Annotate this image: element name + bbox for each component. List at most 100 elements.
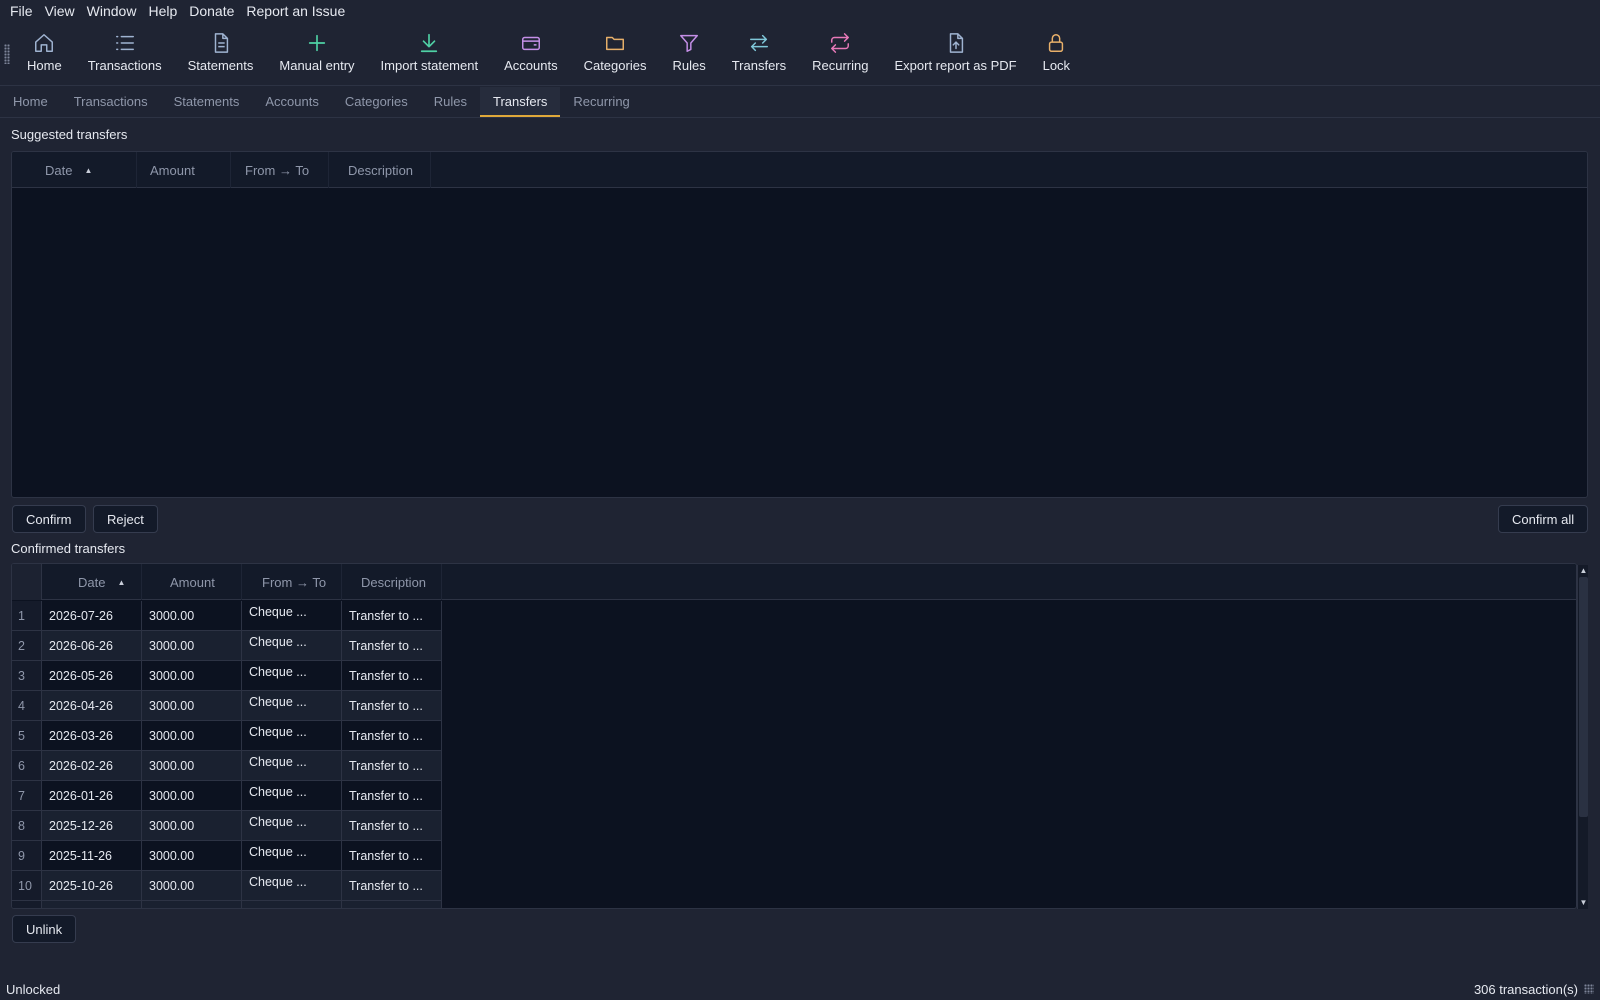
cell-amount[interactable]: 3000.00: [142, 871, 242, 901]
tab-home[interactable]: Home: [0, 87, 61, 117]
scroll-up-icon[interactable]: ▲: [1579, 566, 1588, 576]
tab-transfers[interactable]: Transfers: [480, 87, 561, 117]
tab-rules[interactable]: Rules: [421, 87, 480, 117]
cell-from-to[interactable]: Cheque ...: [242, 721, 342, 751]
cell-from-to[interactable]: Cheque ...: [242, 751, 342, 781]
row-number[interactable]: 6: [12, 751, 42, 781]
menu-window[interactable]: Window: [81, 3, 143, 19]
row-number[interactable]: 5: [12, 721, 42, 751]
cell-amount[interactable]: 3000.00: [142, 721, 242, 751]
cell-date[interactable]: 2025-10-26: [42, 871, 142, 901]
table-row[interactable]: 3 2026-05-26 3000.00 Cheque ... Transfer to …: [12, 661, 442, 691]
cell-date[interactable]: 2026-03-26: [42, 721, 142, 751]
partial-cell[interactable]: [42, 901, 142, 908]
cell-description[interactable]: Transfer to ...: [342, 841, 442, 871]
confirmed-header-description[interactable]: Description: [342, 564, 442, 600]
tab-statements[interactable]: Statements: [161, 87, 253, 117]
confirmed-table-scrollbar[interactable]: ▲ ▼: [1577, 565, 1588, 909]
toolbar-categories-button[interactable]: Categories: [571, 22, 660, 86]
confirmed-transfers-table[interactable]: Date ▲ Amount From → To Description 1 202…: [11, 563, 1577, 909]
cell-amount[interactable]: 3000.00: [142, 781, 242, 811]
cell-description[interactable]: Transfer to ...: [342, 781, 442, 811]
partial-cell[interactable]: [342, 901, 442, 908]
table-corner[interactable]: [12, 564, 42, 600]
cell-date[interactable]: 2025-11-26: [42, 841, 142, 871]
scroll-down-icon[interactable]: ▼: [1579, 898, 1588, 908]
toolbar-transactions-button[interactable]: Transactions: [75, 22, 175, 86]
confirmed-header-from-to[interactable]: From → To: [242, 564, 342, 600]
cell-from-to[interactable]: Cheque ...: [242, 871, 342, 901]
partial-cell[interactable]: [12, 901, 42, 908]
tab-transactions[interactable]: Transactions: [61, 87, 161, 117]
scrollbar-thumb[interactable]: [1579, 577, 1588, 817]
row-number[interactable]: 2: [12, 631, 42, 661]
row-number[interactable]: 3: [12, 661, 42, 691]
partial-cell[interactable]: [242, 901, 342, 908]
reject-button[interactable]: Reject: [93, 505, 158, 533]
cell-amount[interactable]: 3000.00: [142, 751, 242, 781]
cell-date[interactable]: 2026-06-26: [42, 631, 142, 661]
toolbar-recurring-button[interactable]: Recurring: [799, 22, 881, 86]
cell-amount[interactable]: 3000.00: [142, 631, 242, 661]
cell-date[interactable]: 2026-04-26: [42, 691, 142, 721]
confirmed-header-amount[interactable]: Amount: [142, 564, 242, 600]
row-number[interactable]: 9: [12, 841, 42, 871]
toolbar-rules-button[interactable]: Rules: [659, 22, 718, 86]
row-number[interactable]: 8: [12, 811, 42, 841]
partial-cell[interactable]: [142, 901, 242, 908]
toolbar-export-pdf-button[interactable]: Export report as PDF: [881, 22, 1029, 86]
menu-help[interactable]: Help: [142, 3, 183, 19]
cell-from-to[interactable]: Cheque ...: [242, 661, 342, 691]
toolbar-import-statement-button[interactable]: Import statement: [368, 22, 492, 86]
confirmed-header-date[interactable]: Date ▲: [42, 564, 142, 600]
tab-categories[interactable]: Categories: [332, 87, 421, 117]
toolbar-transfers-button[interactable]: Transfers: [719, 22, 799, 86]
row-number[interactable]: 10: [12, 871, 42, 901]
cell-amount[interactable]: 3000.00: [142, 811, 242, 841]
row-number[interactable]: 7: [12, 781, 42, 811]
cell-from-to[interactable]: Cheque ...: [242, 811, 342, 841]
cell-date[interactable]: 2025-12-26: [42, 811, 142, 841]
table-row[interactable]: 4 2026-04-26 3000.00 Cheque ... Transfer to …: [12, 691, 442, 721]
table-row[interactable]: 5 2026-03-26 3000.00 Cheque ... Transfer to …: [12, 721, 442, 751]
toolbar-accounts-button[interactable]: Accounts: [491, 22, 570, 86]
cell-date[interactable]: 2026-02-26: [42, 751, 142, 781]
cell-from-to[interactable]: Cheque ...: [242, 601, 342, 631]
suggested-transfers-table[interactable]: Date ▲ Amount From → To Description: [11, 151, 1588, 498]
unlink-button[interactable]: Unlink: [12, 915, 77, 943]
cell-amount[interactable]: 3000.00: [142, 601, 242, 631]
cell-description[interactable]: Transfer to ...: [342, 751, 442, 781]
cell-description[interactable]: Transfer to ...: [342, 811, 442, 841]
row-number[interactable]: 4: [12, 691, 42, 721]
table-row[interactable]: 2 2026-06-26 3000.00 Cheque ... Transfer to …: [12, 631, 442, 661]
cell-date[interactable]: 2026-01-26: [42, 781, 142, 811]
menu-view[interactable]: View: [39, 3, 81, 19]
toolbar-statements-button[interactable]: Statements: [175, 22, 267, 86]
cell-description[interactable]: Transfer to ...: [342, 721, 442, 751]
tab-accounts[interactable]: Accounts: [252, 87, 331, 117]
confirm-all-button[interactable]: Confirm all: [1498, 505, 1589, 533]
tab-recurring[interactable]: Recurring: [560, 87, 642, 117]
table-row[interactable]: 1 2026-07-26 3000.00 Cheque ... Transfer to …: [12, 601, 442, 631]
confirm-button[interactable]: Confirm: [12, 505, 86, 533]
table-row[interactable]: 8 2025-12-26 3000.00 Cheque ... Transfer to …: [12, 811, 442, 841]
suggested-header-from-to[interactable]: From → To: [231, 152, 329, 188]
cell-amount[interactable]: 3000.00: [142, 661, 242, 691]
menu-file[interactable]: File: [4, 3, 39, 19]
table-row[interactable]: 10 2025-10-26 3000.00 Cheque ... Transfer to…: [12, 871, 442, 901]
cell-description[interactable]: Transfer to ...: [342, 691, 442, 721]
cell-amount[interactable]: 3000.00: [142, 841, 242, 871]
table-row[interactable]: 9 2025-11-26 3000.00 Cheque ... Transfer to …: [12, 841, 442, 871]
cell-description[interactable]: Transfer to ...: [342, 601, 442, 631]
cell-description[interactable]: Transfer to ...: [342, 871, 442, 901]
cell-description[interactable]: Transfer to ...: [342, 661, 442, 691]
cell-amount[interactable]: 3000.00: [142, 691, 242, 721]
cell-date[interactable]: 2026-07-26: [42, 601, 142, 631]
menu-donate[interactable]: Donate: [183, 3, 240, 19]
suggested-header-date[interactable]: Date ▲: [45, 152, 137, 188]
table-row[interactable]: 6 2026-02-26 3000.00 Cheque ... Transfer to …: [12, 751, 442, 781]
cell-date[interactable]: 2026-05-26: [42, 661, 142, 691]
cell-description[interactable]: Transfer to ...: [342, 631, 442, 661]
cell-from-to[interactable]: Cheque ...: [242, 691, 342, 721]
table-row[interactable]: [12, 901, 442, 908]
